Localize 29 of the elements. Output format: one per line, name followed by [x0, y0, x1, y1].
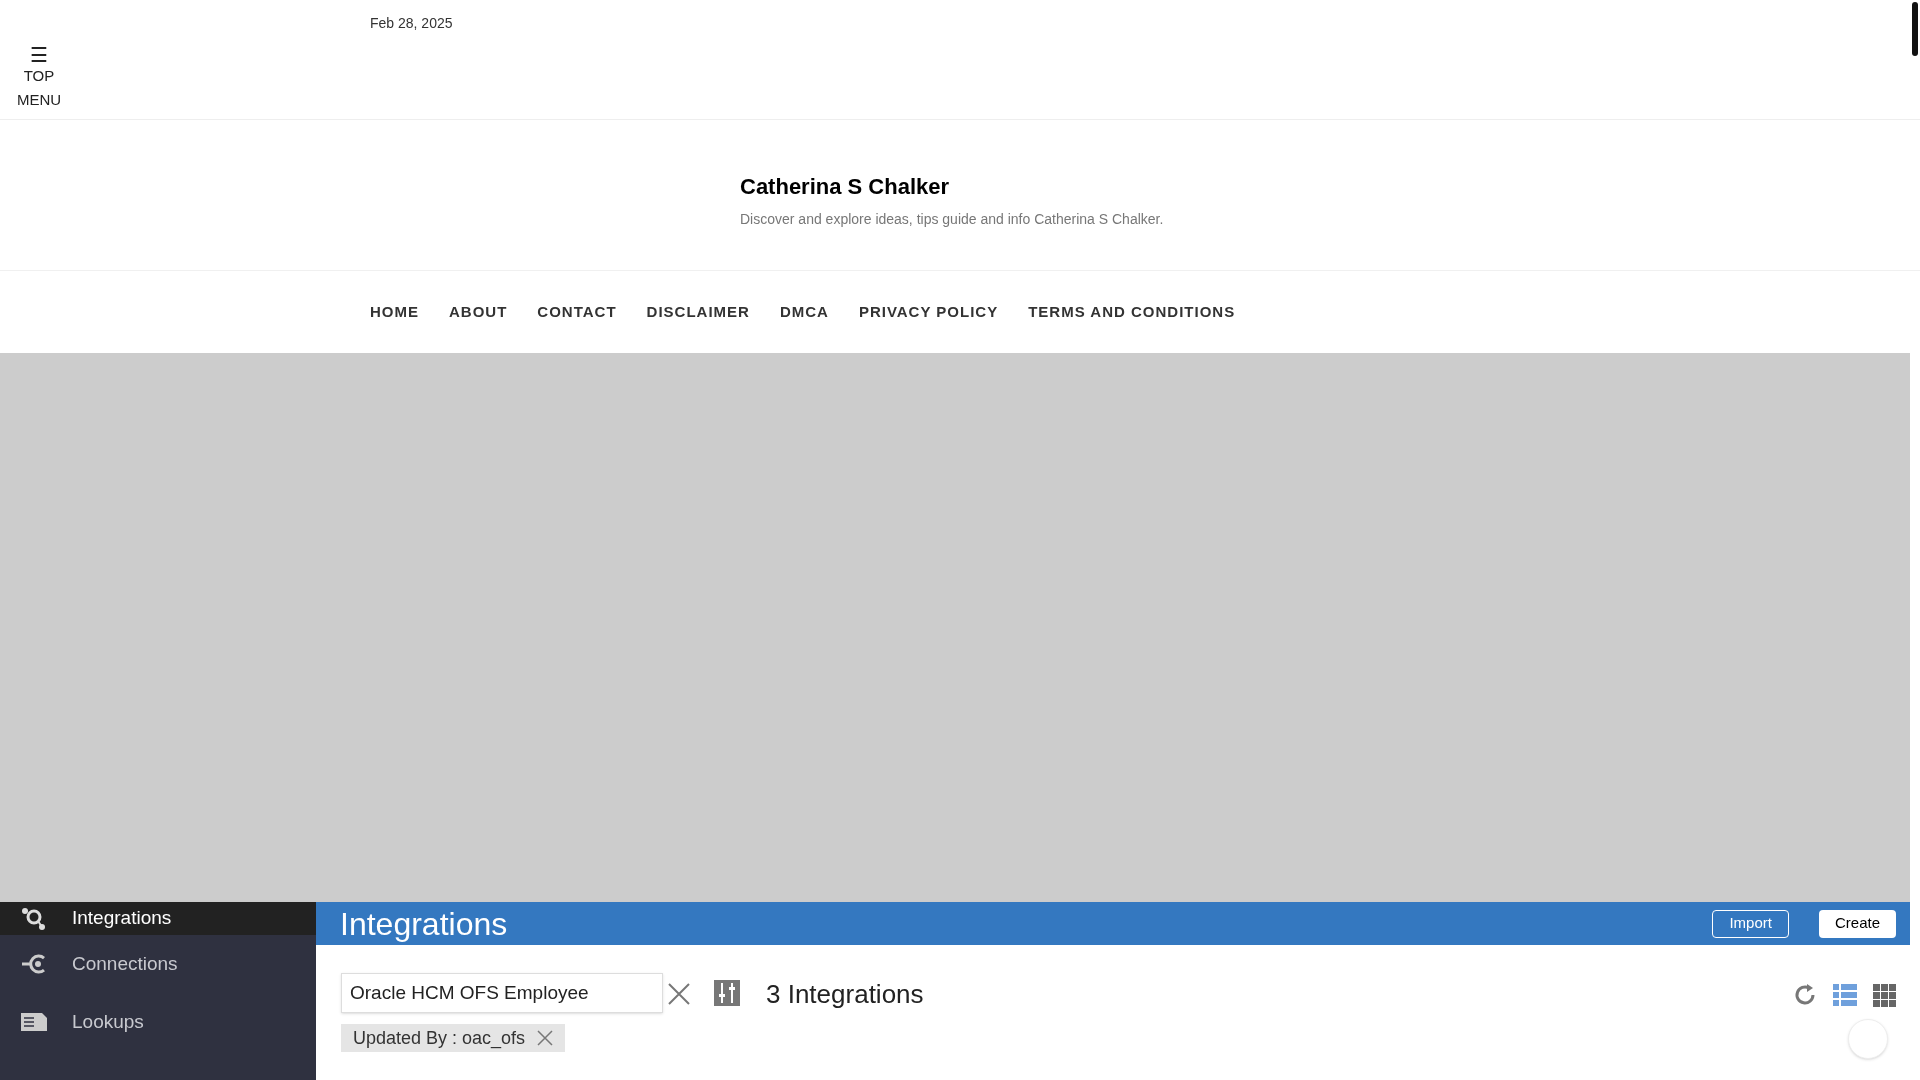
- nav-link[interactable]: DISCLAIMER: [646, 300, 750, 324]
- close-icon[interactable]: [537, 1030, 554, 1046]
- list-view-icon[interactable]: [1833, 984, 1857, 1006]
- nav-link[interactable]: ABOUT: [449, 300, 508, 324]
- sidebar-item[interactable]: Integrations: [0, 902, 316, 935]
- date-text: Feb 28, 2025: [370, 14, 453, 33]
- site-title[interactable]: Catherina S Chalker: [740, 170, 1920, 203]
- nav-link[interactable]: PRIVACY POLICY: [858, 300, 999, 324]
- nav-link[interactable]: HOME: [370, 300, 419, 324]
- top-menu-button[interactable]: ☰ TOP MENU: [12, 46, 66, 112]
- search-field[interactable]: Oracle HCM OFS Employee: [341, 973, 663, 1013]
- site-tagline: Discover and explore ideas, tips guide and info Catherina S Chalker.: [740, 210, 1165, 229]
- nav-link[interactable]: TERMS AND CONDITIONS: [1028, 300, 1236, 324]
- create-button[interactable]: Create: [1818, 909, 1896, 938]
- filter-icon[interactable]: [714, 980, 740, 1006]
- page-heading: Integrations: [340, 904, 508, 944]
- import-button[interactable]: Import: [1712, 909, 1789, 938]
- document-icon: [20, 1011, 48, 1033]
- sidebar-item[interactable]: Connections: [0, 935, 316, 993]
- grid-view-icon[interactable]: [1873, 983, 1896, 1007]
- scrollbar-thumb[interactable]: [1912, 2, 1918, 56]
- close-icon[interactable]: [668, 983, 690, 1005]
- integration-icon: [20, 906, 48, 931]
- refresh-icon[interactable]: [1793, 983, 1817, 1007]
- sidebar-item[interactable]: Lookups: [0, 993, 316, 1051]
- nav-link[interactable]: DMCA: [779, 300, 829, 324]
- nav-link[interactable]: CONTACT: [537, 300, 617, 324]
- integration-count: 3 Integrations: [766, 978, 924, 1011]
- filter-tag: Updated By : oac_ofs: [341, 1024, 566, 1052]
